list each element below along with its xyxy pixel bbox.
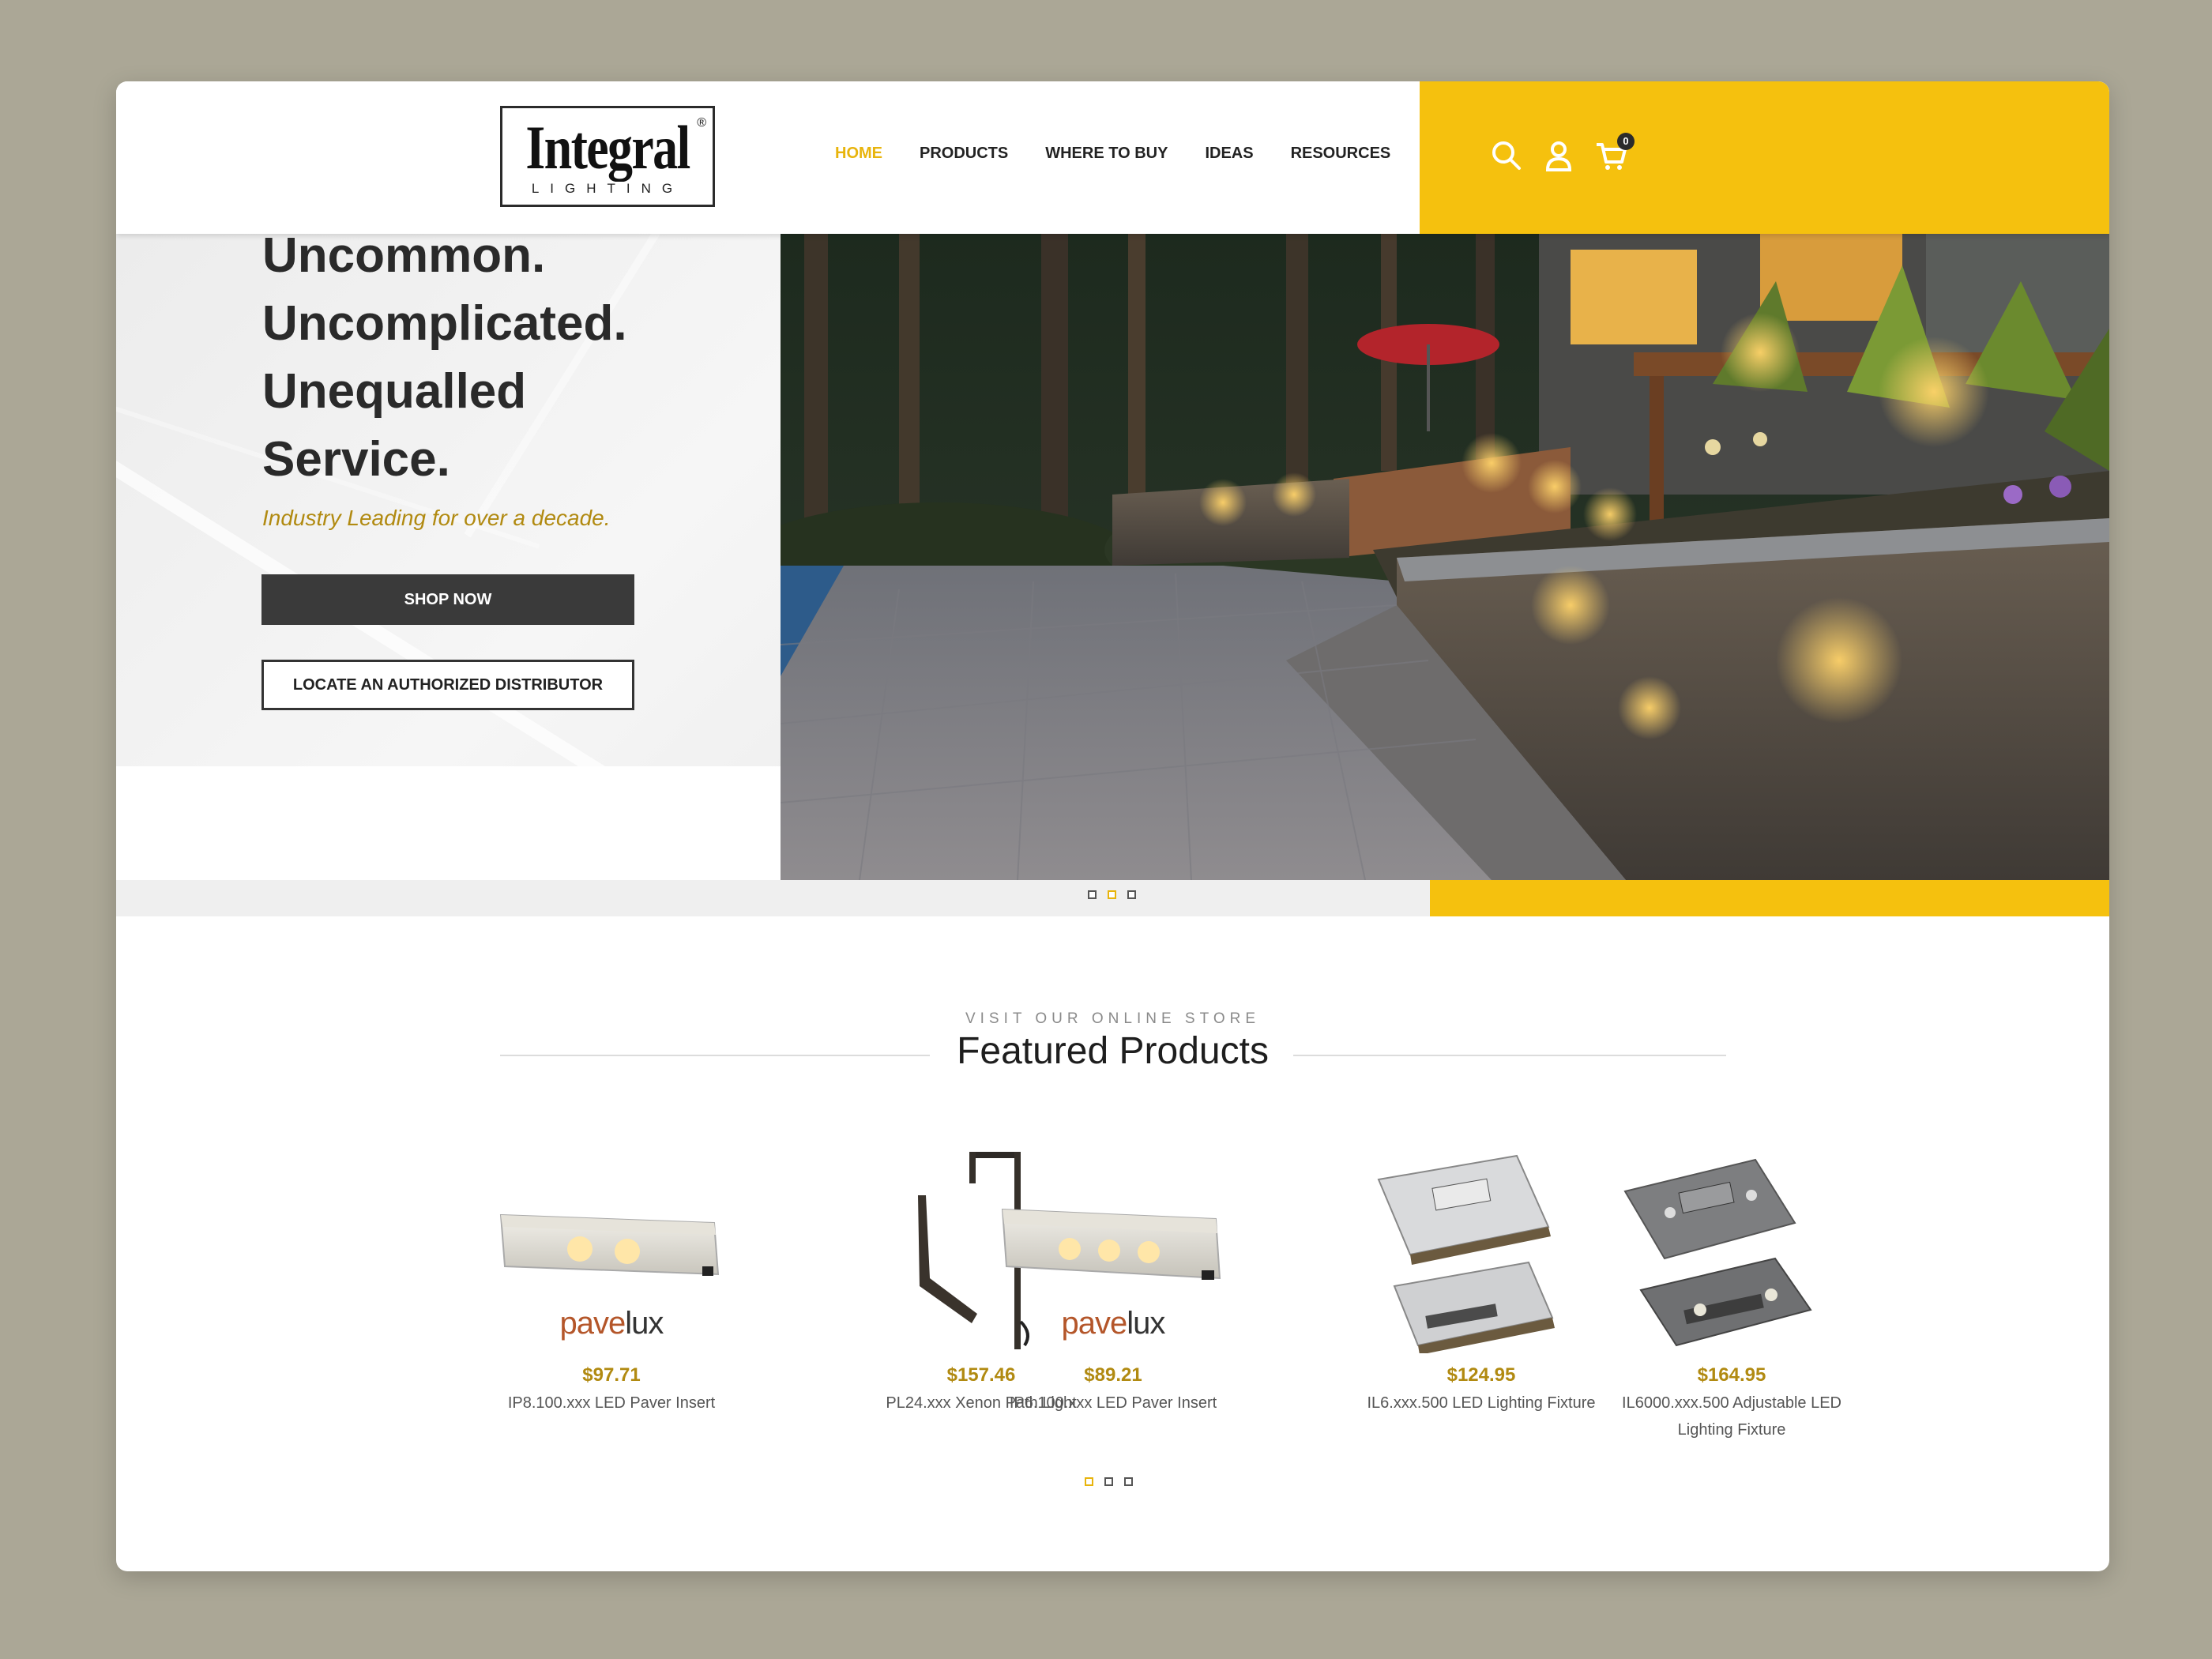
browser-window: Integral ® LIGHTING HOME PRODUCTS WHERE … bbox=[116, 81, 2109, 1571]
hero-headline-line: Uncomplicated. bbox=[262, 296, 627, 351]
paver-insert-image bbox=[499, 1213, 720, 1276]
nav-item-home[interactable]: HOME bbox=[835, 145, 882, 163]
pavelux-brand-b: lux bbox=[625, 1306, 664, 1341]
product-page-dot[interactable] bbox=[1104, 1477, 1113, 1486]
product-page-dot-active[interactable] bbox=[1085, 1477, 1093, 1486]
featured-title: Featured Products bbox=[957, 1030, 1269, 1072]
pavelux-brand-b: lux bbox=[1127, 1306, 1165, 1341]
hero-slide-dot-active[interactable] bbox=[1108, 890, 1116, 899]
product-page-dot[interactable] bbox=[1124, 1477, 1133, 1486]
site-logo[interactable]: Integral ® LIGHTING bbox=[500, 106, 715, 207]
product-name[interactable]: IP8.100.xxx LED Paver Insert bbox=[493, 1390, 730, 1416]
paver-insert-image bbox=[1001, 1208, 1221, 1280]
logo-registered-mark: ® bbox=[697, 116, 706, 130]
product-card[interactable]: pavelux $97.71 IP8.100.xxx LED Paver Ins… bbox=[493, 1148, 730, 1416]
locate-distributor-button[interactable]: LOCATE AN AUTHORIZED DISTRIBUTOR bbox=[261, 660, 634, 710]
pavelux-brand-a: pave bbox=[1061, 1306, 1128, 1341]
nav-item-products[interactable]: PRODUCTS bbox=[920, 145, 1008, 163]
product-card[interactable]: pavelux $89.21 IP6.100.xxx LED Paver Ins… bbox=[995, 1148, 1232, 1416]
hero-headline-line: Unequalled bbox=[262, 364, 527, 419]
logo-wordmark: Integral bbox=[525, 113, 690, 182]
hero-slide-dot[interactable] bbox=[1127, 890, 1136, 899]
product-name[interactable]: IP6.100.xxx LED Paver Insert bbox=[995, 1390, 1232, 1416]
product-price: $97.71 bbox=[582, 1364, 641, 1386]
user-icon[interactable] bbox=[1541, 138, 1576, 173]
pavelux-brand-logo: pavelux bbox=[995, 1306, 1232, 1341]
product-price: $124.95 bbox=[1446, 1364, 1516, 1386]
product-price: $164.95 bbox=[1697, 1364, 1766, 1386]
hero-slider-dots bbox=[1088, 890, 1147, 899]
hero-slide-dot[interactable] bbox=[1088, 890, 1097, 899]
search-icon[interactable] bbox=[1489, 138, 1524, 173]
adjustable-fixture-image bbox=[1623, 1158, 1812, 1347]
product-carousel-dots bbox=[1085, 1477, 1144, 1486]
nav-item-resources[interactable]: RESOURCES bbox=[1291, 145, 1391, 163]
hero-accent-bar bbox=[1430, 880, 2109, 916]
site-header: Integral ® LIGHTING HOME PRODUCTS WHERE … bbox=[116, 81, 2109, 234]
product-image[interactable]: pavelux bbox=[995, 1148, 1232, 1353]
hero-bottom-strip bbox=[116, 880, 1430, 916]
hero-subtitle: Industry Leading for over a decade. bbox=[262, 506, 611, 530]
cart-count-badge: 0 bbox=[1617, 133, 1635, 150]
nav-item-ideas[interactable]: IDEAS bbox=[1205, 145, 1253, 163]
hero-headline-line: Service. bbox=[262, 432, 450, 487]
product-image[interactable] bbox=[1363, 1148, 1600, 1355]
product-name[interactable]: IL6000.xxx.500 Adjustable LED Lighting F… bbox=[1613, 1390, 1850, 1443]
nav-item-where-to-buy[interactable]: WHERE TO BUY bbox=[1045, 145, 1168, 163]
hero-headline: Uncommon. Uncomplicated. Unequalled Serv… bbox=[262, 222, 705, 494]
logo-subtitle: LIGHTING bbox=[531, 181, 684, 196]
product-card[interactable]: $124.95 IL6.xxx.500 LED Lighting Fixture bbox=[1363, 1148, 1600, 1416]
featured-eyebrow: VISIT OUR ONLINE STORE bbox=[965, 1010, 1261, 1027]
pavelux-brand-logo: pavelux bbox=[493, 1306, 730, 1341]
main-nav: HOME PRODUCTS WHERE TO BUY IDEAS RESOURC… bbox=[835, 145, 1428, 163]
product-card[interactable]: $164.95 IL6000.xxx.500 Adjustable LED Li… bbox=[1613, 1148, 1850, 1443]
pavelux-brand-a: pave bbox=[559, 1306, 626, 1341]
hero-landscape-photo bbox=[781, 234, 2109, 880]
shop-now-button[interactable]: SHOP NOW bbox=[261, 574, 634, 625]
product-price: $89.21 bbox=[1084, 1364, 1142, 1386]
product-name[interactable]: IL6.xxx.500 LED Lighting Fixture bbox=[1363, 1390, 1600, 1416]
product-image[interactable]: pavelux bbox=[493, 1148, 730, 1353]
product-image[interactable] bbox=[1613, 1148, 1850, 1353]
led-fixture-image bbox=[1377, 1154, 1555, 1355]
